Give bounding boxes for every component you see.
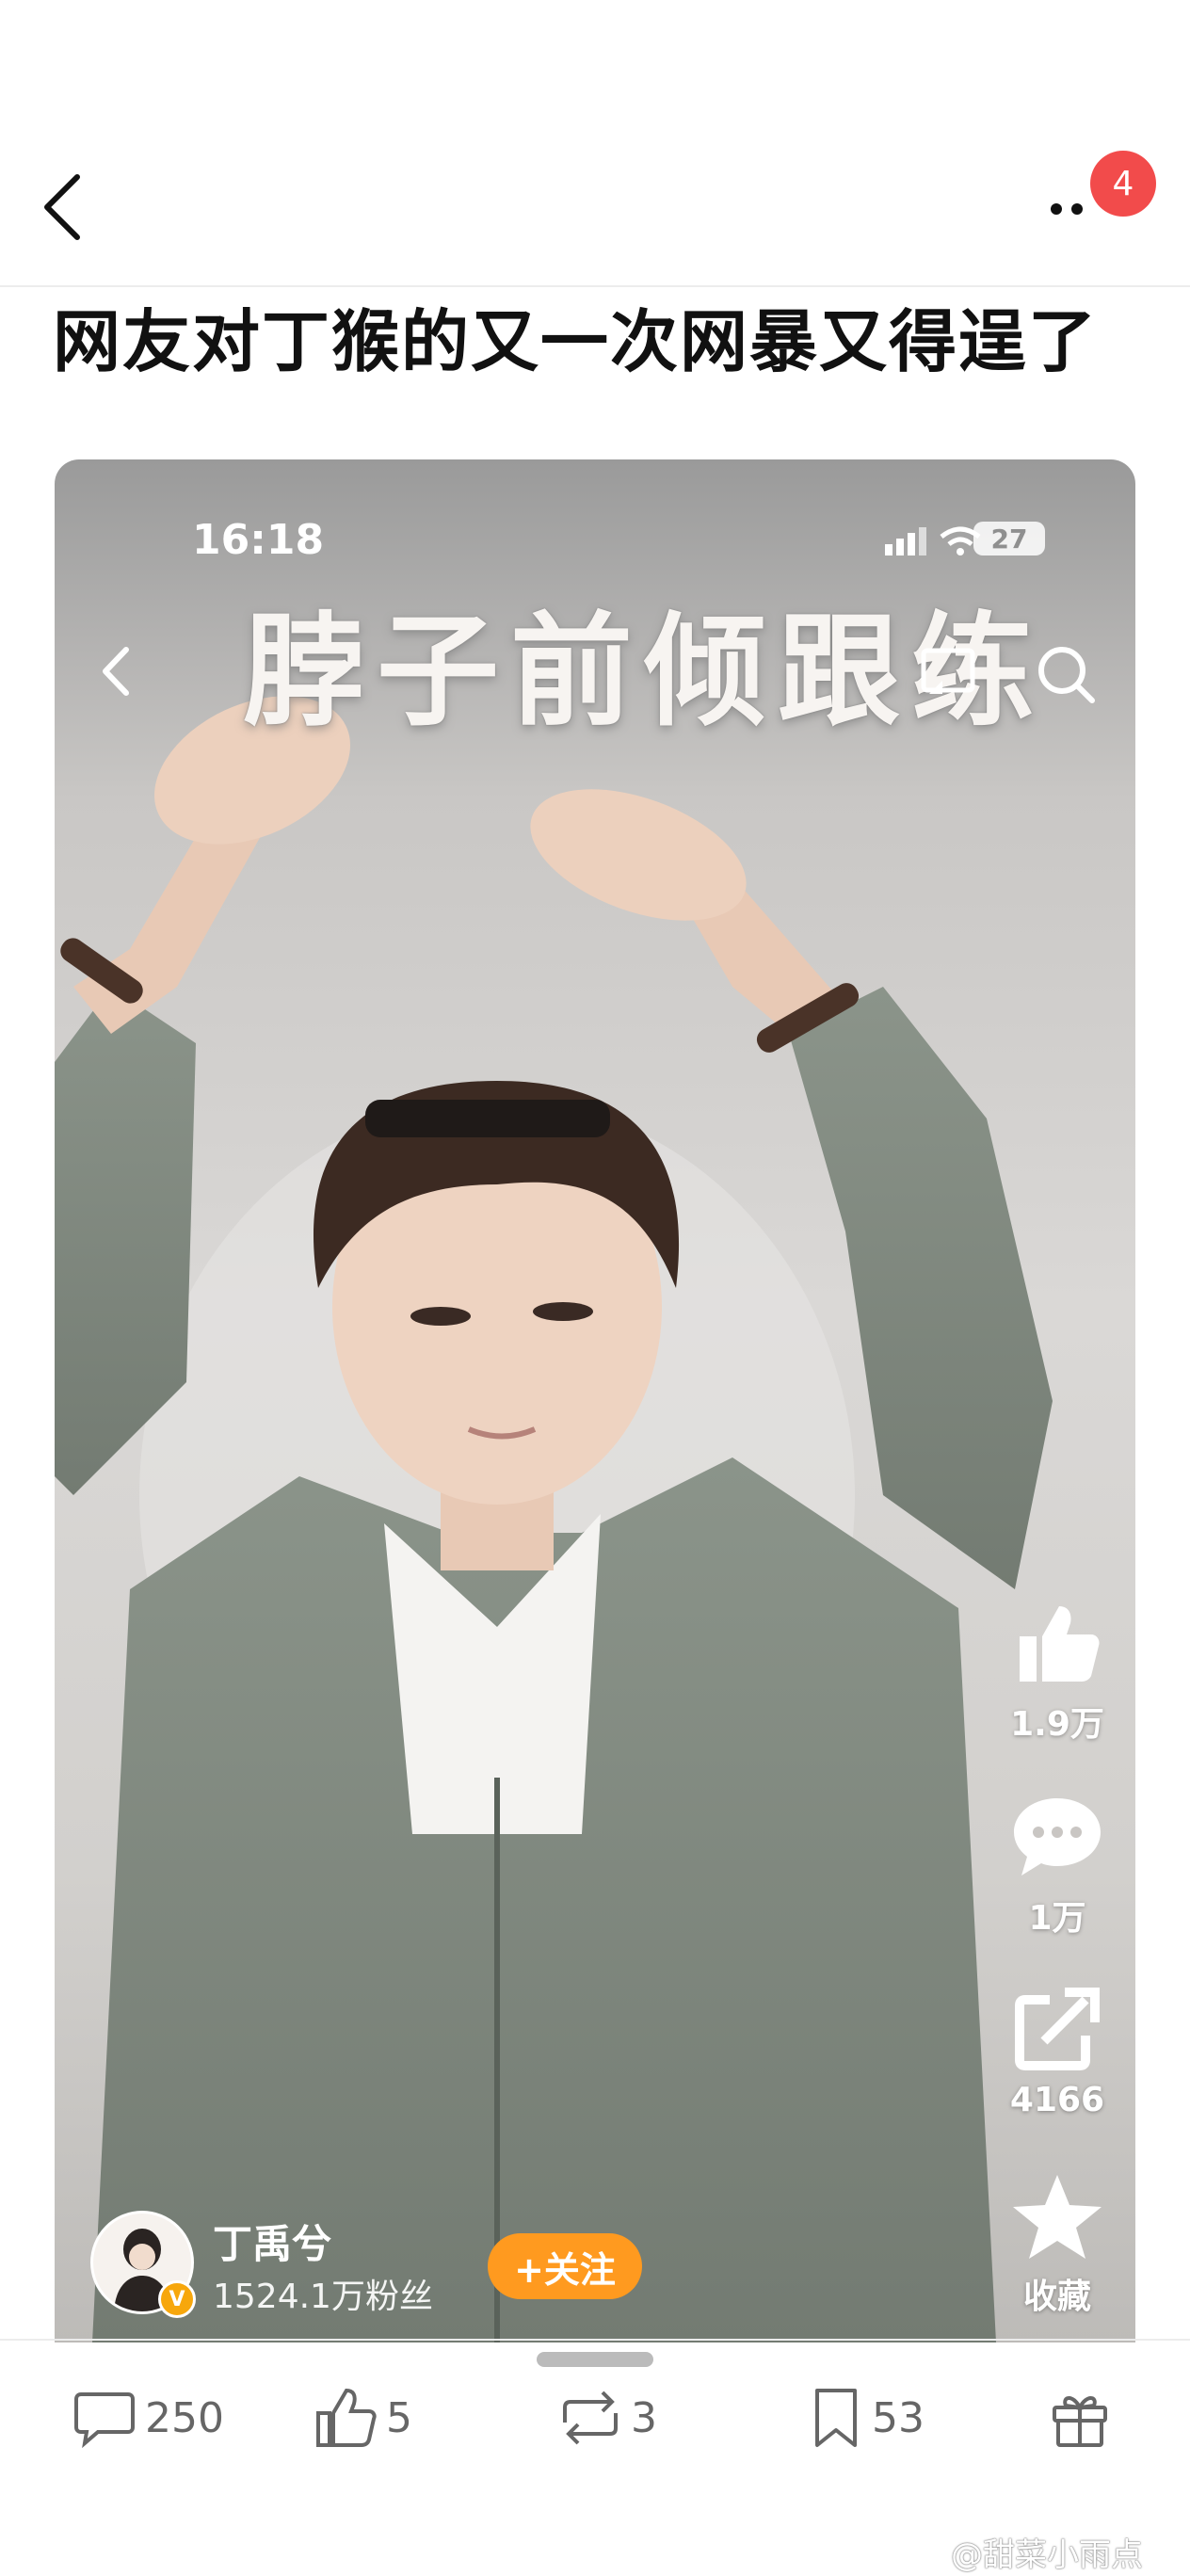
thumbs-up-outline-icon <box>316 2388 377 2447</box>
author-fans-count: 1524.1万粉丝 <box>213 2278 433 2316</box>
comment-icon <box>74 2392 135 2449</box>
chevron-left-icon <box>44 174 80 240</box>
chat-bubble-icon <box>1014 1798 1101 1876</box>
bookmark-icon <box>815 2389 857 2447</box>
video-comment-count: 1万 <box>1028 1899 1086 1938</box>
notification-badge[interactable]: 4 <box>1090 151 1156 217</box>
video-share-count: 4166 <box>1009 2081 1105 2119</box>
screencast-icon[interactable] <box>916 643 982 703</box>
video-favorite-button[interactable]: 收藏 <box>996 2171 1118 2318</box>
top-navigation-bar: 4 <box>0 0 1190 287</box>
video-comment-button[interactable]: 1万 <box>996 1793 1118 1940</box>
nav-divider <box>0 285 1190 287</box>
thumbs-up-icon <box>1020 1606 1100 1682</box>
author-name[interactable]: 丁禹兮 <box>213 2213 331 2270</box>
repost-count: 3 <box>631 2393 657 2442</box>
verified-badge: V <box>158 2280 196 2318</box>
follow-button[interactable]: +关注 <box>488 2233 642 2299</box>
repost-button[interactable]: 3 <box>557 2380 657 2455</box>
video-like-count: 1.9万 <box>1010 1705 1104 1744</box>
watermark: @甜菜小雨点 <box>951 2536 1143 2574</box>
comment-button[interactable]: 250 <box>72 2380 224 2455</box>
drag-handle[interactable] <box>537 2352 653 2367</box>
like-button[interactable]: 5 <box>313 2380 412 2455</box>
status-bar-time: 16:18 <box>192 516 325 564</box>
share-icon <box>1015 1988 1100 2070</box>
back-button[interactable] <box>38 169 94 245</box>
comment-count: 250 <box>145 2393 224 2442</box>
gift-icon <box>1053 2396 1107 2447</box>
bookmark-button[interactable]: 53 <box>808 2380 925 2455</box>
video-like-button[interactable]: 1.9万 <box>996 1599 1118 1746</box>
repost-icon <box>563 2391 618 2445</box>
video-favorite-label: 收藏 <box>1022 2278 1091 2316</box>
post-title: 网友对丁猴的又一次网暴又得逞了 <box>53 302 1099 381</box>
author-info[interactable]: V 丁禹兮 1524.1万粉丝 +关注 <box>90 2211 655 2324</box>
video-back-icon[interactable] <box>94 638 141 704</box>
star-icon <box>1013 2175 1102 2259</box>
video-player[interactable]: 16:18 27 脖子前倾跟练 1.9万 1万 4166 收藏 V 丁禹兮 15… <box>55 459 1135 2343</box>
search-icon[interactable] <box>1034 640 1100 706</box>
video-share-button[interactable]: 4166 <box>996 1983 1118 2119</box>
bottom-divider <box>0 2339 1190 2341</box>
like-count: 5 <box>386 2393 412 2442</box>
gift-button[interactable] <box>1047 2380 1113 2455</box>
bookmark-count: 53 <box>872 2393 925 2442</box>
battery-indicator: 27 <box>973 522 1045 555</box>
